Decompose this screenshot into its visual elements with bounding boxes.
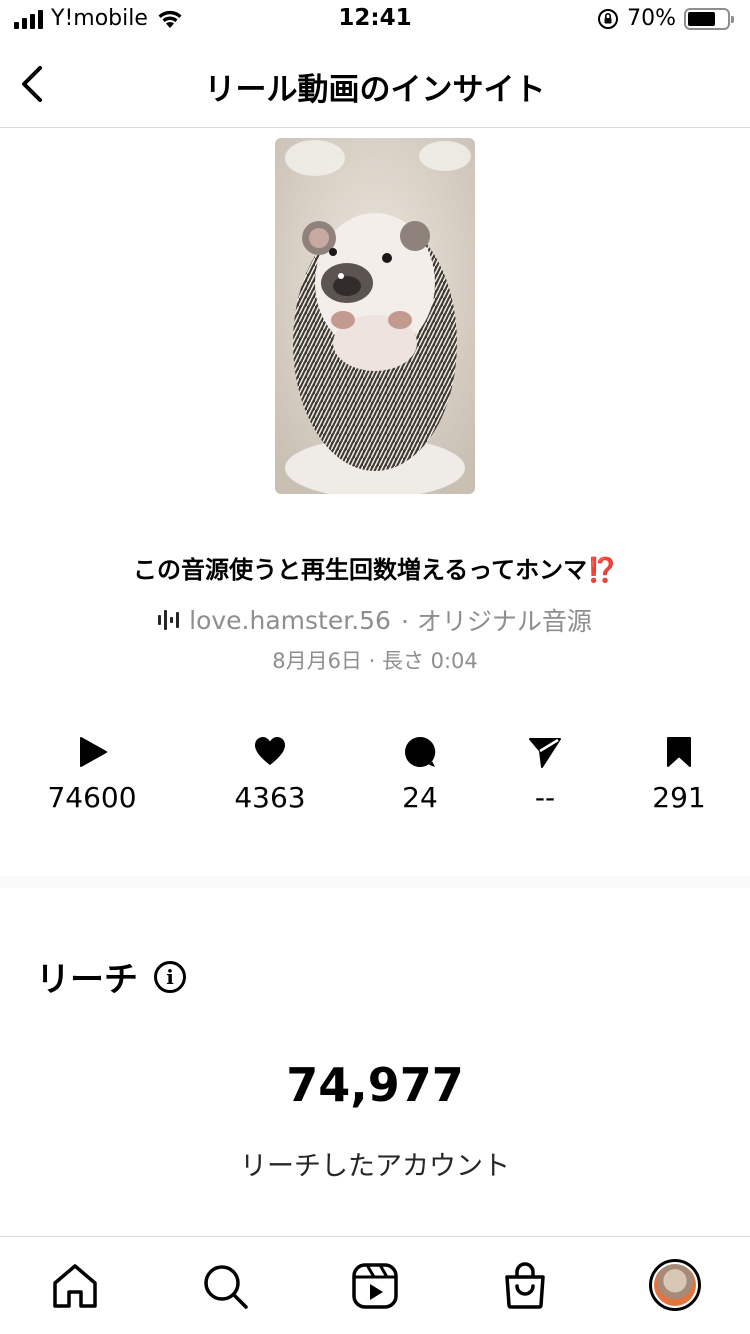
avatar-image (654, 1264, 696, 1306)
share-icon (529, 738, 561, 768)
battery-percent: 70% (627, 6, 676, 31)
stat-likes: 4363 (200, 735, 340, 814)
audio-user: love.hamster.56 (189, 605, 391, 635)
reels-icon[interactable] (350, 1261, 400, 1311)
plays-count: 74600 (47, 781, 137, 814)
audio-wave-icon (158, 609, 180, 631)
rotation-lock-icon (598, 8, 619, 29)
profile-avatar[interactable] (649, 1259, 701, 1311)
reach-count: 74,977 (286, 1058, 464, 1112)
status-right: 70% (597, 6, 734, 31)
comments-count: 24 (402, 781, 438, 814)
shop-icon[interactable] (500, 1261, 550, 1311)
nav-header: リール動画のインサイト (0, 40, 750, 128)
likes-count: 4363 (234, 781, 306, 814)
shares-count: -- (534, 781, 556, 814)
battery-icon (684, 7, 734, 30)
page-title: リール動画のインサイト (204, 72, 546, 108)
reach-label: リーチしたアカウント (240, 1151, 510, 1182)
search-icon[interactable] (200, 1261, 250, 1311)
reach-title-text: リーチ (36, 960, 138, 1000)
stat-plays: 74600 (22, 735, 162, 814)
play-icon (80, 737, 107, 767)
stat-comments: 24 (350, 735, 490, 814)
reel-caption: この音源使うと再生回数増えるってホンマ⁉️ (133, 556, 617, 584)
saves-count: 291 (652, 781, 706, 814)
hedgehog-image (275, 138, 475, 494)
reach-section-title: リーチ i (36, 952, 186, 1001)
audio-name: · オリジナル音源 (400, 607, 592, 636)
stat-shares: -- (475, 735, 615, 814)
audio-info[interactable]: love.hamster.56 · オリジナル音源 (0, 602, 750, 638)
status-bar: Y!mobile 12:41 70% (0, 0, 750, 40)
reel-thumbnail[interactable] (275, 138, 475, 494)
bookmark-icon (667, 737, 691, 767)
engagement-stats: 74600 4363 24 -- 291 (0, 735, 750, 825)
info-icon[interactable]: i (154, 960, 186, 993)
bottom-tab-bar (0, 1236, 750, 1334)
section-divider (0, 876, 750, 888)
reel-date-duration: 8月月6日 · 長さ 0:04 (272, 649, 478, 673)
comment-icon (405, 736, 436, 767)
stat-saves: 291 (609, 735, 749, 814)
home-icon[interactable] (50, 1261, 100, 1311)
heart-icon (255, 737, 285, 765)
